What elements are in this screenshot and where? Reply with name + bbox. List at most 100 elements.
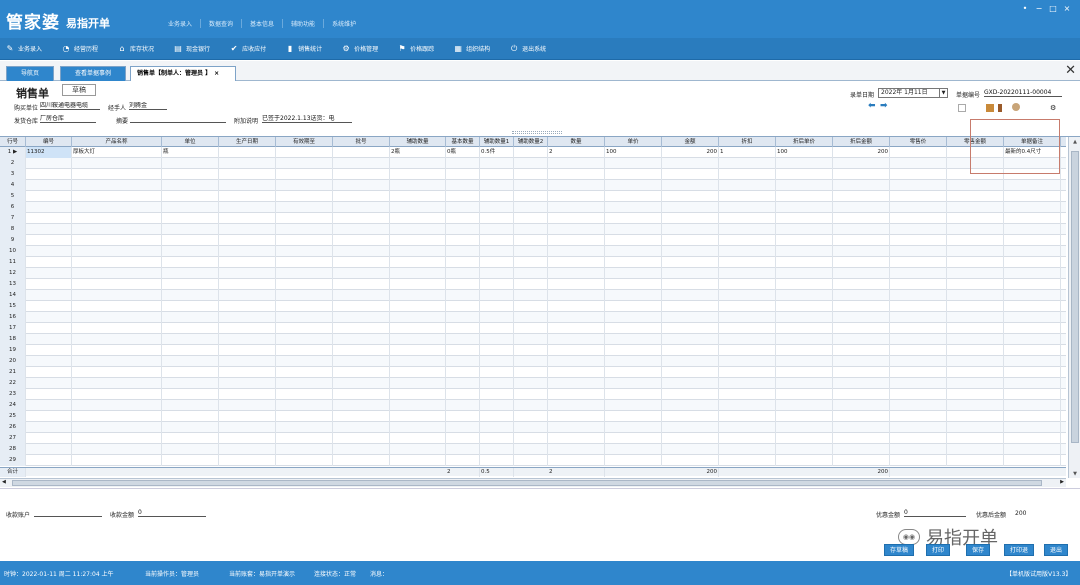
grid-cell[interactable] <box>833 257 890 268</box>
grid-cell[interactable] <box>719 444 776 455</box>
grid-cell[interactable] <box>662 180 719 191</box>
grid-cell[interactable] <box>719 301 776 312</box>
grid-cell[interactable] <box>662 301 719 312</box>
book-icon[interactable] <box>998 104 1002 112</box>
grid-cell[interactable] <box>605 180 662 191</box>
grid-cell[interactable] <box>446 389 480 400</box>
grid-cell[interactable] <box>446 378 480 389</box>
grid-cell[interactable] <box>162 191 219 202</box>
grid-cell[interactable] <box>480 246 514 257</box>
grid-cell[interactable] <box>162 268 219 279</box>
grid-cell[interactable] <box>162 455 219 466</box>
table-row[interactable]: 23 <box>0 389 1066 400</box>
table-row[interactable]: 19 <box>0 345 1066 356</box>
grid-cell[interactable] <box>1004 411 1061 422</box>
grid-cell[interactable] <box>26 422 72 433</box>
grid-cell[interactable] <box>662 290 719 301</box>
grid-cell[interactable] <box>514 301 548 312</box>
grid-cell[interactable] <box>548 367 605 378</box>
grid-cell[interactable] <box>776 334 833 345</box>
grid-cell[interactable] <box>72 268 162 279</box>
grid-cell[interactable] <box>480 312 514 323</box>
grid-cell[interactable] <box>605 290 662 301</box>
scroll-thumb[interactable] <box>1071 151 1079 443</box>
grid-cell[interactable] <box>333 235 390 246</box>
grid-cell[interactable] <box>333 268 390 279</box>
grid-cell[interactable] <box>390 400 446 411</box>
print-button[interactable]: 打印 <box>926 544 951 556</box>
grid-cell[interactable] <box>662 444 719 455</box>
menu-data-query[interactable]: 数据查询 <box>201 19 243 28</box>
splitter-handle[interactable] <box>512 131 562 134</box>
date-picker[interactable]: 2022年 1月11日 ▼ <box>878 88 948 98</box>
grid-cell[interactable] <box>72 312 162 323</box>
grid-cell[interactable] <box>333 422 390 433</box>
grid-cell[interactable] <box>548 422 605 433</box>
grid-cell[interactable] <box>446 345 480 356</box>
grid-cell[interactable] <box>219 158 276 169</box>
tab-navigation[interactable]: 导航页 <box>6 66 54 81</box>
grid-cell[interactable] <box>390 268 446 279</box>
grid-cell[interactable] <box>390 158 446 169</box>
col-header[interactable]: 单位 <box>162 137 219 147</box>
grid-cell[interactable] <box>390 356 446 367</box>
grid-cell[interactable] <box>833 224 890 235</box>
cell-amount[interactable]: 200 <box>662 147 719 158</box>
grid-cell[interactable] <box>446 246 480 257</box>
cell-disc-amount[interactable]: 200 <box>833 147 890 158</box>
grid-cell[interactable] <box>276 378 333 389</box>
grid-cell[interactable] <box>548 334 605 345</box>
grid-cell[interactable] <box>890 180 947 191</box>
grid-cell[interactable] <box>719 235 776 246</box>
grid-cell[interactable] <box>776 400 833 411</box>
grid-cell[interactable] <box>947 422 1004 433</box>
cell-unit[interactable]: 瓶 <box>162 147 219 158</box>
grid-cell[interactable] <box>605 433 662 444</box>
col-header[interactable]: 行号 <box>0 137 26 147</box>
cell-aux-qty2[interactable] <box>514 147 548 158</box>
grid-cell[interactable] <box>1004 422 1061 433</box>
grid-cell[interactable] <box>219 213 276 224</box>
grid-cell[interactable] <box>446 356 480 367</box>
col-header[interactable]: 生产日期 <box>219 137 276 147</box>
grid-cell[interactable] <box>276 455 333 466</box>
cell-expiry[interactable] <box>276 147 333 158</box>
grid-cell[interactable] <box>890 224 947 235</box>
grid-cell[interactable] <box>333 213 390 224</box>
grid-cell[interactable] <box>833 279 890 290</box>
table-row[interactable]: 4 <box>0 180 1066 191</box>
grid-cell[interactable] <box>276 213 333 224</box>
grid-cell[interactable] <box>72 191 162 202</box>
grid-cell[interactable] <box>514 433 548 444</box>
grid-cell[interactable] <box>514 323 548 334</box>
grid-cell[interactable] <box>480 422 514 433</box>
grid-cell[interactable] <box>480 323 514 334</box>
grid-cell[interactable] <box>662 433 719 444</box>
grid-cell[interactable] <box>662 345 719 356</box>
grid-cell[interactable] <box>1004 345 1061 356</box>
grid-cell[interactable] <box>605 444 662 455</box>
menu-basic-info[interactable]: 基本信息 <box>242 19 284 28</box>
grid-cell[interactable] <box>276 279 333 290</box>
grid-cell[interactable] <box>390 257 446 268</box>
grid-cell[interactable] <box>947 312 1004 323</box>
grid-cell[interactable] <box>605 301 662 312</box>
grid-cell[interactable] <box>719 389 776 400</box>
grid-cell[interactable] <box>480 235 514 246</box>
discount-field[interactable]: 0 <box>904 509 966 517</box>
grid-cell[interactable] <box>72 389 162 400</box>
grid-cell[interactable] <box>719 213 776 224</box>
grid-cell[interactable] <box>26 356 72 367</box>
grid-cell[interactable] <box>480 268 514 279</box>
grid-cell[interactable] <box>219 411 276 422</box>
grid-cell[interactable] <box>26 455 72 466</box>
grid-cell[interactable] <box>333 180 390 191</box>
grid-cell[interactable] <box>1004 257 1061 268</box>
grid-cell[interactable] <box>72 334 162 345</box>
grid-cell[interactable] <box>833 356 890 367</box>
grid-cell[interactable] <box>662 334 719 345</box>
table-row[interactable]: 17 <box>0 323 1066 334</box>
table-row[interactable]: 20 <box>0 356 1066 367</box>
grid-cell[interactable] <box>890 345 947 356</box>
grid-cell[interactable] <box>480 389 514 400</box>
